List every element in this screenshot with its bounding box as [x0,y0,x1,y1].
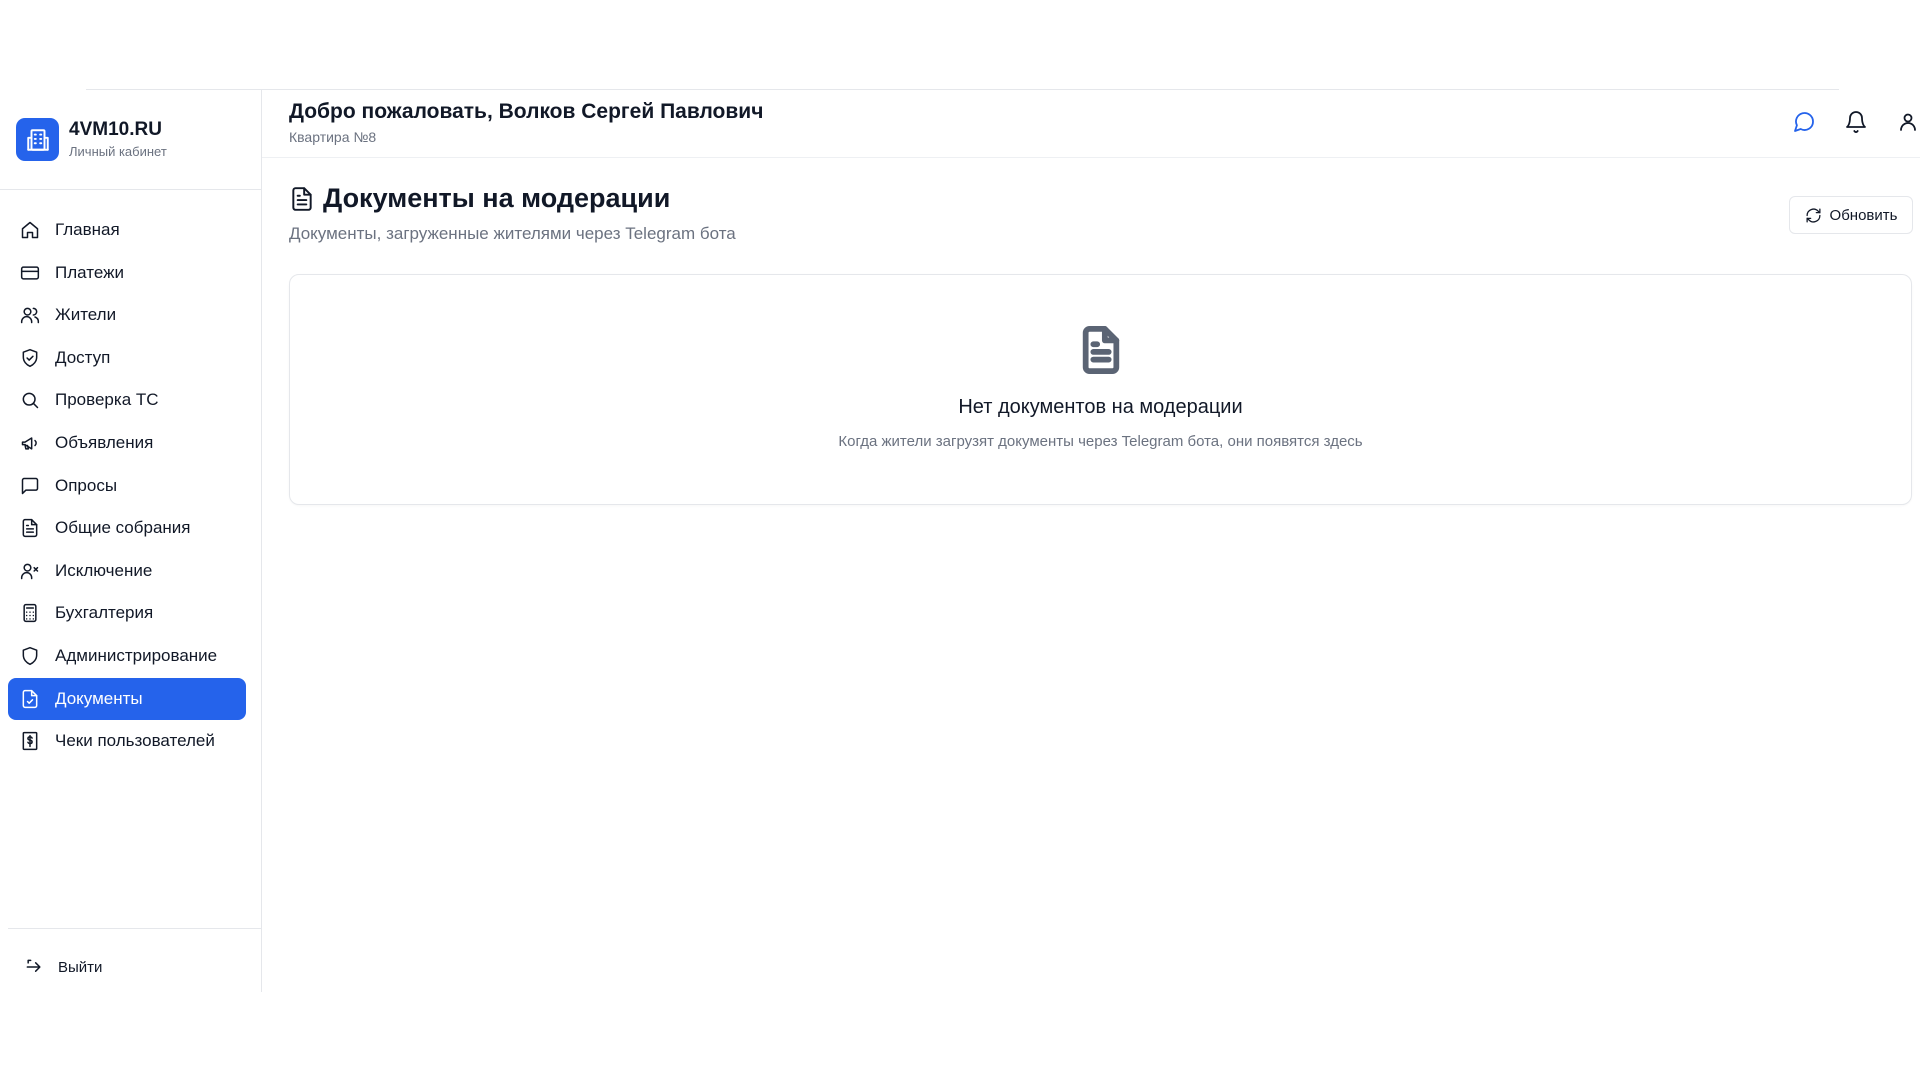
sidebar-item-label: Опросы [55,475,118,495]
document-icon [1078,325,1124,375]
sidebar-item-announcements[interactable]: Объявления [8,422,246,464]
sidebar-item-label: Чеки пользователей [55,731,215,751]
sidebar-item-general-meetings[interactable]: Общие собрания [8,507,246,549]
credit-card-icon [20,263,40,283]
calculator-icon [20,603,40,623]
shield-icon [20,646,40,666]
shield-check-icon [20,348,40,368]
brand-subtitle: Личный кабинет [69,143,167,159]
sidebar-item-label: Проверка ТС [55,390,159,410]
refresh-button[interactable]: Обновить [1789,196,1913,234]
sidebar-item-label: Платежи [55,262,124,282]
search-icon [20,390,40,410]
sidebar-divider [0,189,261,190]
sidebar-item-polls[interactable]: Опросы [8,465,246,507]
page-heading: Документы на модерации [289,183,670,214]
sidebar: 4VM10.RU Личный кабинет Главная Платежи … [0,90,262,992]
user-x-icon [20,561,40,581]
megaphone-icon [20,433,40,453]
top-header: Добро пожаловать, Волков Сергей Павлович… [262,90,1920,158]
sidebar-item-label: Документы [55,688,143,708]
sidebar-item-label: Общие собрания [55,518,191,538]
receipt-dollar-icon [20,731,40,751]
logout-label: Выйти [58,958,103,976]
sidebar-item-access[interactable]: Доступ [8,337,246,379]
sidebar-item-label: Жители [55,305,117,325]
logout-icon [26,959,41,972]
sidebar-item-administration[interactable]: Администрирование [8,635,246,677]
sidebar-item-label: Бухгалтерия [55,603,154,623]
sidebar-item-vehicle-check[interactable]: Проверка ТС [8,379,246,421]
sidebar-item-label: Администрирование [55,645,218,665]
sidebar-item-accounting[interactable]: Бухгалтерия [8,592,246,634]
logout-button[interactable]: Выйти [24,957,102,977]
empty-state-subtitle: Когда жители загрузят документы через Te… [838,433,1363,450]
file-check-icon [20,689,40,709]
home-icon [20,220,40,240]
sidebar-item-label: Исключение [55,560,153,580]
brand-title: 4VM10.RU [69,118,162,140]
chat-icon[interactable] [1792,110,1816,134]
refresh-label: Обновить [1829,206,1898,224]
page-title: Документы на модерации [323,183,671,213]
user-icon[interactable] [1896,110,1920,134]
sidebar-item-payments[interactable]: Платежи [8,252,246,294]
sidebar-item-exclusion[interactable]: Исключение [8,550,246,592]
sidebar-item-label: Главная [55,220,120,239]
sidebar-bottom-divider [8,928,261,929]
users-icon [20,305,40,325]
welcome-title: Добро пожаловать, Волков Сергей Павлович [289,100,764,123]
sidebar-item-label: Доступ [55,347,111,367]
brand[interactable]: 4VM10.RU Личный кабинет [16,118,167,161]
empty-state-card: Нет документов на модерации Когда жители… [289,274,1912,505]
building-logo-icon [16,118,59,161]
page-subtitle: Документы, загруженные жителями через Te… [289,224,736,243]
message-square-icon [20,476,40,496]
file-text-icon [292,186,312,211]
sidebar-item-home[interactable]: Главная [8,209,246,251]
empty-state-title: Нет документов на модерации [958,396,1243,418]
header-actions [1764,110,1920,134]
sidebar-item-user-receipts[interactable]: Чеки пользователей [8,720,246,762]
file-text-icon [20,518,40,538]
refresh-icon [1806,207,1821,223]
sidebar-nav: Главная Платежи Жители Доступ Проверка Т… [8,209,246,763]
apartment-label: Квартира №8 [289,129,377,145]
sidebar-item-residents[interactable]: Жители [8,294,246,336]
sidebar-item-documents[interactable]: Документы [8,677,246,720]
sidebar-item-label: Объявления [55,432,154,452]
bell-icon[interactable] [1844,110,1868,134]
